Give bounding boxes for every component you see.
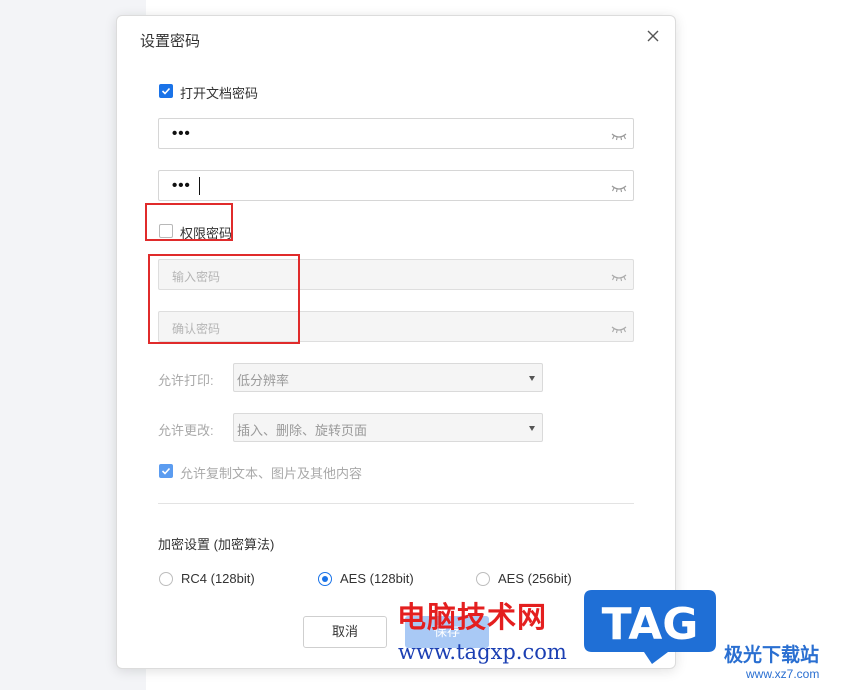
watermark-cn-text: 电脑技术网 xyxy=(397,600,548,634)
eye-closed-icon[interactable] xyxy=(611,128,627,146)
cancel-button[interactable]: 取消 xyxy=(303,616,387,648)
allow-print-value: 低分辨率 xyxy=(237,373,290,388)
allow-change-label: 允许更改: xyxy=(158,423,214,438)
check-icon xyxy=(161,87,171,95)
dialog-title: 设置密码 xyxy=(140,33,201,50)
text-caret xyxy=(199,177,200,195)
encryption-title: 加密设置 (加密算法) xyxy=(158,537,275,552)
open-password-checkbox[interactable] xyxy=(159,84,173,98)
password-field[interactable]: ••• xyxy=(158,118,634,149)
watermark-site-name: 极光下载站 xyxy=(724,644,820,666)
radio-aes-256-label: AES (256bit) xyxy=(498,571,572,586)
open-password-label: 打开文档密码 xyxy=(180,86,259,101)
allow-copy-checkbox[interactable] xyxy=(159,464,173,478)
close-icon[interactable] xyxy=(645,28,661,44)
tag-logo: TAG xyxy=(584,590,716,664)
dropdown-arrow-icon xyxy=(529,376,535,381)
tag-logo-text: TAG xyxy=(602,599,699,650)
highlight-box-fields xyxy=(148,254,300,344)
highlight-box-checkbox xyxy=(145,203,233,241)
confirm-password-value: ••• xyxy=(172,177,191,194)
allow-print-label: 允许打印: xyxy=(158,373,214,388)
dropdown-arrow-icon xyxy=(529,426,535,431)
allow-change-select[interactable]: 插入、删除、旋转页面 xyxy=(233,413,543,442)
eye-closed-icon[interactable] xyxy=(611,180,627,198)
eye-closed-icon[interactable] xyxy=(611,321,627,339)
radio-rc4-128[interactable] xyxy=(159,572,173,586)
allow-copy-label: 允许复制文本、图片及其他内容 xyxy=(180,466,363,481)
password-value: ••• xyxy=(172,125,191,142)
watermark-url: www.tagxp.com xyxy=(398,640,567,664)
allow-change-value: 插入、删除、旋转页面 xyxy=(237,423,368,438)
allow-print-select[interactable]: 低分辨率 xyxy=(233,363,543,392)
radio-aes-128[interactable] xyxy=(318,572,332,586)
radio-rc4-128-label: RC4 (128bit) xyxy=(181,571,255,586)
eye-closed-icon[interactable] xyxy=(611,269,627,287)
check-icon xyxy=(161,467,171,475)
confirm-password-field[interactable]: ••• xyxy=(158,170,634,201)
divider xyxy=(158,503,634,504)
radio-aes-256[interactable] xyxy=(476,572,490,586)
radio-aes-128-label: AES (128bit) xyxy=(340,571,414,586)
watermark-site-url: www.xz7.com xyxy=(746,667,820,681)
